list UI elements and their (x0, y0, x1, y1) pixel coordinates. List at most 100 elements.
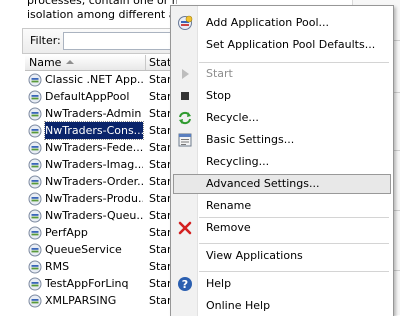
table-row[interactable]: NwTraders-Imag... Star (25, 156, 175, 173)
menu-item-set-pool-defaults[interactable]: Set Application Pool Defaults... (173, 35, 391, 55)
menu-item-online-help[interactable]: Online Help (173, 296, 391, 316)
menu-item-label: Help (206, 277, 232, 290)
pool-status: Star (149, 90, 172, 103)
menu-item-label: Advanced Settings... (206, 177, 320, 190)
table-row[interactable]: NwTraders-Produ... Star (25, 190, 175, 207)
add-pool-icon (178, 15, 193, 30)
app-pool-icon (28, 124, 42, 138)
pool-name: NwTraders-Fede... (45, 141, 143, 154)
app-pool-icon (28, 209, 42, 223)
table-row[interactable]: Classic .NET App... Star (25, 71, 175, 88)
menu-item-label: Rename (206, 199, 252, 212)
pool-status: Star (149, 73, 172, 86)
pool-status: Star (149, 124, 172, 137)
app-pool-icon (28, 90, 42, 104)
app-pool-icon (28, 243, 42, 257)
pool-status: Star (149, 277, 172, 290)
description-line: processes, contain one or more applicati… (27, 0, 177, 7)
description-text: processes, contain one or more applicati… (27, 0, 177, 22)
column-header-name[interactable]: Name (29, 56, 61, 69)
grid-header: Name Stat (25, 55, 175, 71)
app-pool-icon (28, 158, 42, 172)
app-pool-icon (28, 141, 42, 155)
menu-item-label: Start (206, 67, 233, 80)
menu-item-advanced-settings[interactable]: Advanced Settings... (173, 174, 391, 194)
description-line: isolation among different applications. (27, 8, 177, 21)
menu-item-view-applications[interactable]: View Applications (173, 246, 391, 266)
menu-separator (199, 62, 389, 63)
app-pool-icon (28, 73, 42, 87)
pool-status: Star (149, 243, 172, 256)
pool-name: XMLPARSING (45, 294, 117, 307)
pool-name: NwTraders-Cons... (44, 121, 144, 140)
pool-status: Star (149, 141, 172, 154)
app-pool-icon (28, 294, 42, 308)
app-pool-icon (28, 260, 42, 274)
filter-bar: Filter: (22, 28, 177, 54)
stop-icon (181, 92, 189, 100)
pool-status: Star (149, 260, 172, 273)
app-pool-icon (28, 175, 42, 189)
pool-name: NwTraders-Admin (45, 107, 142, 120)
pool-status: Star (149, 107, 172, 120)
menu-item-recycling[interactable]: Recycling... (173, 152, 391, 172)
filter-label: Filter: (30, 34, 61, 47)
remove-x-icon (178, 221, 192, 235)
table-row[interactable]: NwTraders-Admin Star (25, 105, 175, 122)
pool-name: NwTraders-Imag... (45, 158, 143, 171)
pool-name: DefaultAppPool (45, 90, 130, 103)
menu-item-start: Start (173, 64, 391, 84)
menu-item-label: Add Application Pool... (206, 16, 329, 29)
table-row[interactable]: NwTraders-Cons... Star (25, 121, 175, 140)
app-pool-icon (28, 107, 42, 121)
pool-status: Star (149, 294, 172, 307)
menu-item-remove[interactable]: Remove (173, 218, 391, 238)
table-row[interactable]: NwTraders-Order... Star (25, 173, 175, 190)
context-menu: Add Application Pool... Set Application … (170, 5, 394, 316)
menu-separator (199, 271, 389, 272)
table-row[interactable]: PerfApp Star (25, 224, 175, 241)
menu-item-label: Recycle... (206, 111, 259, 124)
pool-status: Star (149, 226, 172, 239)
table-row[interactable]: DefaultAppPool Star (25, 88, 175, 105)
sort-ascending-icon (66, 60, 74, 64)
menu-item-label: Stop (206, 89, 232, 102)
menu-item-stop[interactable]: Stop (173, 86, 391, 106)
app-pool-list: Classic .NET App... Star DefaultAppPool Sta… (25, 71, 175, 309)
filter-input[interactable] (63, 32, 177, 50)
table-row[interactable]: TestAppForLinq Star (25, 275, 175, 292)
app-pool-icon (28, 192, 42, 206)
menu-item-rename[interactable]: Rename (173, 196, 391, 216)
menu-item-label: Basic Settings... (206, 133, 295, 146)
pool-name: TestAppForLinq (45, 277, 129, 290)
menu-separator (199, 243, 389, 244)
pool-name: NwTraders-Produ... (45, 192, 143, 205)
recycle-icon (179, 111, 191, 125)
column-header-status[interactable]: Stat (149, 56, 171, 69)
app-pool-icon (28, 277, 42, 291)
menu-item-add-application-pool[interactable]: Add Application Pool... (173, 13, 391, 33)
menu-item-label: Recycling... (206, 155, 270, 168)
pool-status: Star (149, 175, 172, 188)
menu-item-label: View Applications (206, 249, 303, 262)
table-row[interactable]: NwTraders-Queu... Star (25, 207, 175, 224)
pool-name: Classic .NET App... (45, 73, 143, 86)
app-pool-icon (28, 226, 42, 240)
table-row[interactable]: XMLPARSING Star (25, 292, 175, 309)
menu-item-help[interactable]: ? Help (173, 274, 391, 294)
column-divider[interactable] (145, 55, 146, 70)
table-row[interactable]: QueueService Star (25, 241, 175, 258)
pool-name: QueueService (45, 243, 122, 256)
svg-text:?: ? (182, 278, 188, 291)
pool-status: Star (149, 158, 172, 171)
menu-item-label: Set Application Pool Defaults... (206, 38, 376, 51)
pool-name: NwTraders-Order... (45, 175, 143, 188)
menu-item-recycle[interactable]: Recycle... (173, 108, 391, 128)
pool-name: PerfApp (45, 226, 88, 239)
pool-name: NwTraders-Queu... (45, 209, 143, 222)
menu-item-basic-settings[interactable]: Basic Settings... (173, 130, 391, 150)
table-row[interactable]: RMS Star (25, 258, 175, 275)
menu-item-label: Online Help (206, 299, 271, 312)
help-icon: ? (178, 277, 192, 291)
table-row[interactable]: NwTraders-Fede... Star (25, 139, 175, 156)
